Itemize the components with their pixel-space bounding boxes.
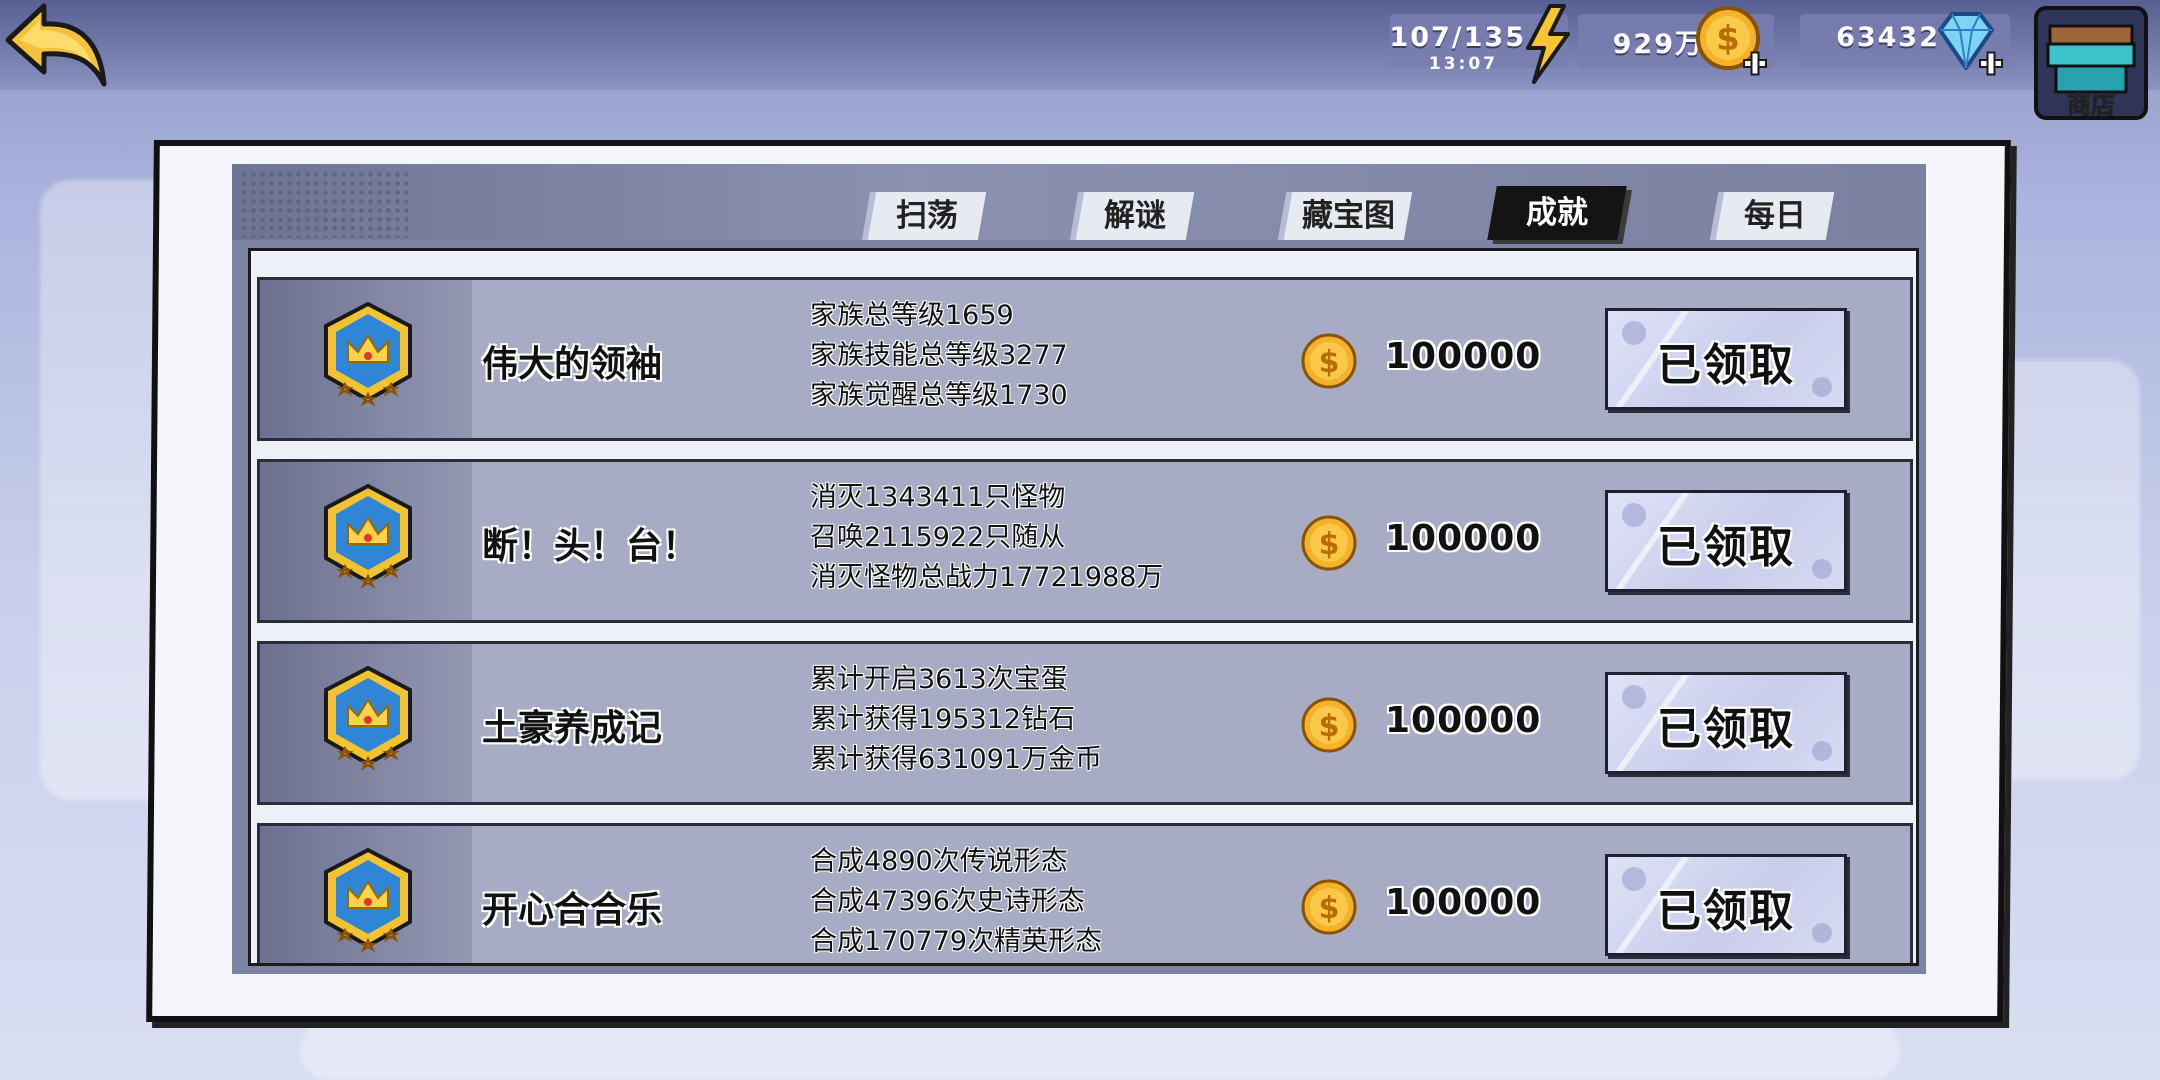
gold-coin-icon: $ [1301,333,1357,389]
requirement-line: 家族技能总等级3277 [810,340,1068,371]
shop-label: 商店 [2067,91,2116,120]
crown-badge-icon [324,665,412,771]
crown-badge-icon [324,301,412,407]
tab-label: 解谜 [1104,198,1166,234]
achievement-requirements: 消灭1343411只怪物 召唤2115922只随从 消灭怪物总战力1772198… [810,478,1163,598]
stamina-counter: 107/135 13:07 [1389,4,1570,84]
diamond-counter: 63432 [1800,12,2010,76]
requirement-line: 合成4890次传说形态 [810,846,1068,877]
gold-coin-plus-icon[interactable]: $ [1694,4,1770,84]
badge-cell [260,462,472,620]
requirement-line: 家族总等级1659 [810,300,1014,331]
achievement-requirements: 合成4890次传说形态 合成47396次史诗形态 合成170779次精英形态 [810,842,1102,962]
back-button[interactable] [0,0,110,90]
header-dot-pattern [240,170,410,238]
requirement-line: 消灭1343411只怪物 [810,482,1066,513]
requirement-line: 家族觉醒总等级1730 [810,380,1068,411]
reward-amount: 100000 [1385,882,1542,923]
tab-label: 成就 [1526,195,1588,231]
svg-text:$: $ [1319,891,1340,926]
achievement-list[interactable]: 伟大的领袖 家族总等级1659 家族技能总等级3277 家族觉醒总等级1730 … [248,248,1919,966]
claimed-button-label: 已领取 [1657,340,1795,391]
claimed-button-label: 已领取 [1657,522,1795,573]
gold-counter: 929万 $ [1578,6,1774,76]
claimed-button[interactable]: 已领取 [1605,308,1847,410]
crown-badge-icon [324,847,412,953]
tab-label: 藏宝图 [1301,198,1395,234]
requirement-line: 消灭怪物总战力17721988万 [810,562,1164,593]
achievement-requirements: 家族总等级1659 家族技能总等级3277 家族觉醒总等级1730 [810,296,1068,416]
requirement-line: 召唤2115922只随从 [810,522,1066,553]
claimed-button-label: 已领取 [1657,704,1795,755]
svg-text:$: $ [1716,19,1740,59]
requirement-line: 合成47396次史诗形态 [810,886,1085,917]
achievement-row: 伟大的领袖 家族总等级1659 家族技能总等级3277 家族觉醒总等级1730 … [257,277,1913,441]
crown-badge-icon [324,483,412,589]
achievement-name: 土豪养成记 [482,708,663,749]
tab-achievements[interactable]: 成就 [1487,186,1627,240]
badge-cell [260,826,472,963]
badge-cell [260,280,472,438]
background-shape [300,1020,1900,1080]
claimed-button[interactable]: 已领取 [1605,854,1847,956]
gold-coin-icon: $ [1301,515,1357,571]
claimed-button[interactable]: 已领取 [1605,490,1847,592]
tab-label: 扫荡 [896,198,958,234]
achievement-row: 开心合合乐 合成4890次传说形态 合成47396次史诗形态 合成170779次… [257,823,1913,963]
achievement-name: 断！头！台！ [482,526,699,567]
requirement-line: 合成170779次精英形态 [810,926,1103,957]
claimed-button[interactable]: 已领取 [1605,672,1847,774]
reward-amount: 100000 [1385,518,1542,559]
back-arrow-icon [5,3,107,87]
diamond-value: 63432 [1836,22,1940,53]
achievement-name: 伟大的领袖 [482,344,663,385]
reward-amount: 100000 [1385,336,1542,377]
requirement-line: 累计获得195312钻石 [810,704,1076,735]
achievement-row: 断！头！台！ 消灭1343411只怪物 召唤2115922只随从 消灭怪物总战力… [257,459,1913,623]
gold-coin-icon: $ [1301,879,1357,935]
svg-text:$: $ [1319,709,1340,744]
lightning-icon[interactable] [1520,4,1574,84]
reward-amount: 100000 [1385,700,1542,741]
diamond-plus-icon[interactable] [1930,4,2006,84]
gold-value: 929万 [1612,29,1704,60]
claimed-button-label: 已领取 [1657,886,1795,937]
badge-cell [260,644,472,802]
tab-daily[interactable]: 每日 [1715,192,1835,240]
requirement-line: 累计开启3613次宝蛋 [810,664,1068,695]
svg-text:$: $ [1319,345,1340,380]
tab-treasure-map[interactable]: 藏宝图 [1283,192,1413,240]
requirement-line: 累计获得631091万金币 [810,744,1103,775]
stamina-timer: 13:07 [1428,54,1498,74]
achievement-name: 开心合合乐 [482,890,663,931]
tab-sweep[interactable]: 扫荡 [867,192,987,240]
tab-label: 每日 [1744,198,1806,234]
svg-text:$: $ [1319,527,1340,562]
tab-puzzle[interactable]: 解谜 [1075,192,1195,240]
gold-coin-icon: $ [1301,697,1357,753]
achievement-row: 土豪养成记 累计开启3613次宝蛋 累计获得195312钻石 累计获得63109… [257,641,1913,805]
shop-button[interactable]: 商店 [2032,4,2150,122]
achievement-requirements: 累计开启3613次宝蛋 累计获得195312钻石 累计获得631091万金币 [810,660,1102,780]
stamina-value: 107/135 [1389,22,1526,53]
